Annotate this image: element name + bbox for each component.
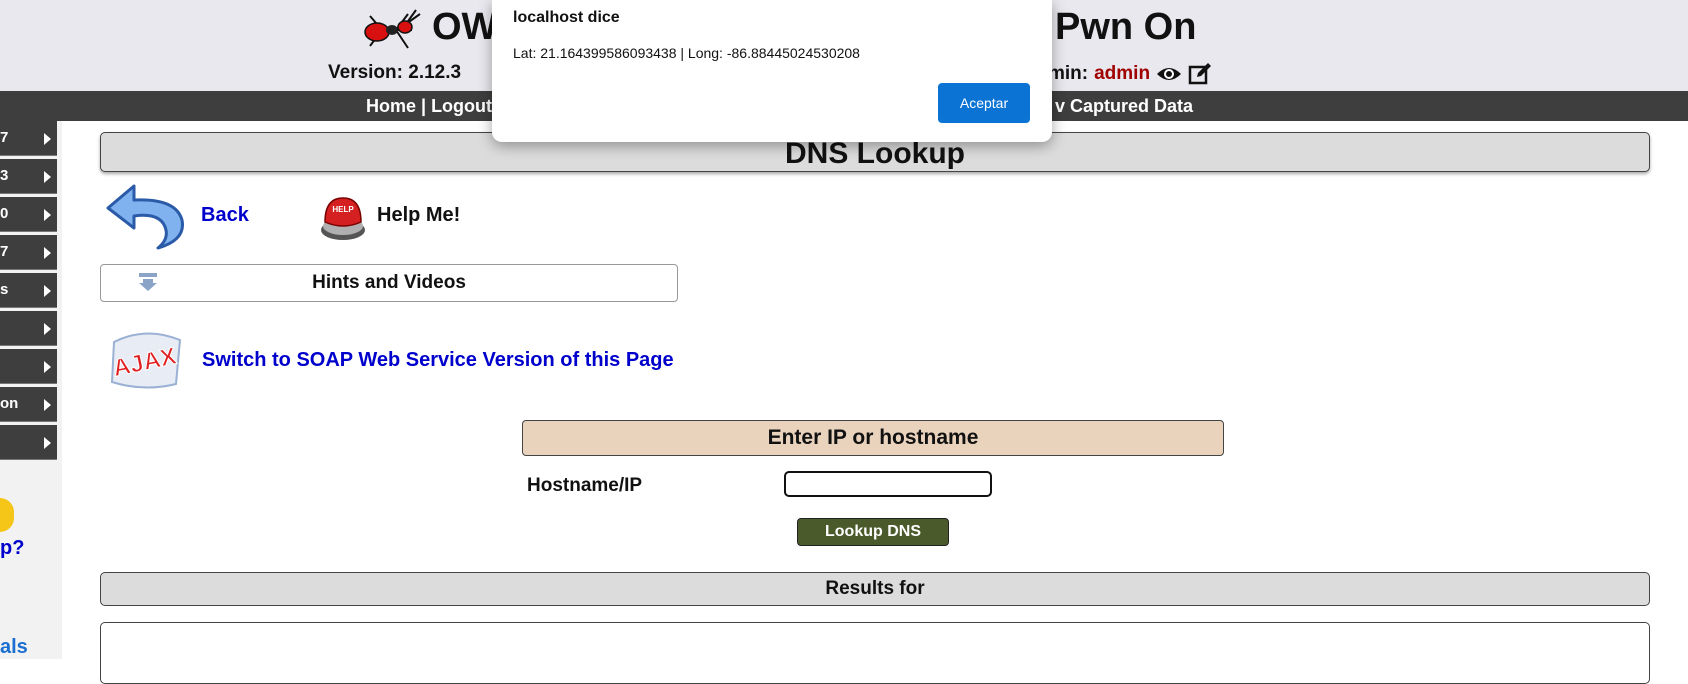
logged-in-status: min: admin: [1048, 62, 1212, 86]
hostname-label: Hostname/IP: [527, 475, 643, 496]
hints-toggle[interactable]: Hints and Videos: [100, 264, 678, 302]
sidebar-item-label: 3: [0, 167, 9, 184]
dialog-message: Lat: 21.164399586093438 | Long: -86.8844…: [513, 45, 860, 61]
sidebar-tutorials-link[interactable]: als: [0, 636, 28, 659]
chevron-right-icon: [44, 323, 51, 335]
lookup-dns-button[interactable]: Lookup DNS: [797, 518, 949, 546]
ant-logo-icon: [364, 9, 421, 49]
chevron-right-icon: [44, 285, 51, 297]
logged-in-label: min:: [1048, 63, 1089, 84]
hints-label: Hints and Videos: [312, 272, 466, 293]
sidebar-item[interactable]: 3: [0, 159, 57, 194]
chevron-right-icon: [44, 361, 51, 373]
sidebar-item[interactable]: s: [0, 273, 57, 308]
nav-left-links: Home | Logout |: [366, 96, 502, 117]
form-header: Enter IP or hostname: [522, 420, 1224, 456]
results-header: Results for: [100, 572, 1650, 606]
sidebar-item[interactable]: 7: [0, 235, 57, 270]
results-label: Results for: [825, 578, 925, 599]
sidebar-item[interactable]: on: [0, 387, 57, 422]
chevron-right-icon: [44, 399, 51, 411]
sidebar-item-label: 7: [0, 243, 9, 260]
chevron-right-icon: [44, 437, 51, 449]
back-arrow-icon[interactable]: [104, 178, 188, 254]
soap-version-link[interactable]: Switch to SOAP Web Service Version of th…: [202, 349, 674, 372]
back-link[interactable]: Back: [201, 204, 249, 227]
sidebar-item-label: s: [0, 281, 9, 298]
site-title-right: Pwn On: [1055, 6, 1197, 48]
nav-right-links: v Captured Data: [1055, 96, 1193, 117]
ajax-logo-icon[interactable]: AJAX: [104, 326, 186, 392]
chevron-right-icon: [44, 133, 51, 145]
sidebar-help-link[interactable]: p?: [0, 537, 24, 560]
help-me-link[interactable]: Help Me!: [377, 204, 460, 227]
logged-in-user[interactable]: admin: [1094, 63, 1150, 85]
sidebar-item[interactable]: 7: [0, 121, 57, 156]
help-button-icon[interactable]: HELP: [316, 190, 370, 244]
dialog-ok-button[interactable]: Aceptar: [938, 83, 1030, 123]
page-title: DNS Lookup: [785, 137, 965, 170]
chevron-right-icon: [44, 247, 51, 259]
chevron-right-icon: [44, 171, 51, 183]
sidebar-item[interactable]: [0, 349, 57, 384]
results-panel: [100, 622, 1650, 684]
sidebar-menu: 7 3 0 7 s on: [0, 121, 62, 659]
nav-home-link[interactable]: Home: [366, 96, 416, 116]
nav-captured-data-link[interactable]: v Captured Data: [1055, 96, 1193, 116]
dialog-title: localhost dice: [513, 9, 620, 26]
alert-dialog: localhost dice Lat: 21.164399586093438 |…: [492, 0, 1052, 142]
sidebar-item-label: on: [0, 395, 19, 412]
form-header-label: Enter IP or hostname: [767, 426, 979, 449]
sidebar-item-label: 7: [0, 129, 9, 146]
edit-icon[interactable]: [1188, 62, 1212, 86]
nav-separator: |: [416, 96, 432, 116]
chevron-right-icon: [44, 209, 51, 221]
eye-icon[interactable]: [1156, 65, 1182, 83]
nav-logout-link[interactable]: Logout: [431, 96, 492, 116]
hostname-input[interactable]: [784, 471, 992, 497]
sidebar-item[interactable]: [0, 311, 57, 346]
version-label: Version: 2.12.3: [328, 62, 462, 83]
sidebar-item[interactable]: [0, 425, 57, 460]
svg-text:HELP: HELP: [332, 205, 354, 214]
sidebar-item[interactable]: 0: [0, 197, 57, 232]
sidebar-item-label: 0: [0, 205, 9, 222]
